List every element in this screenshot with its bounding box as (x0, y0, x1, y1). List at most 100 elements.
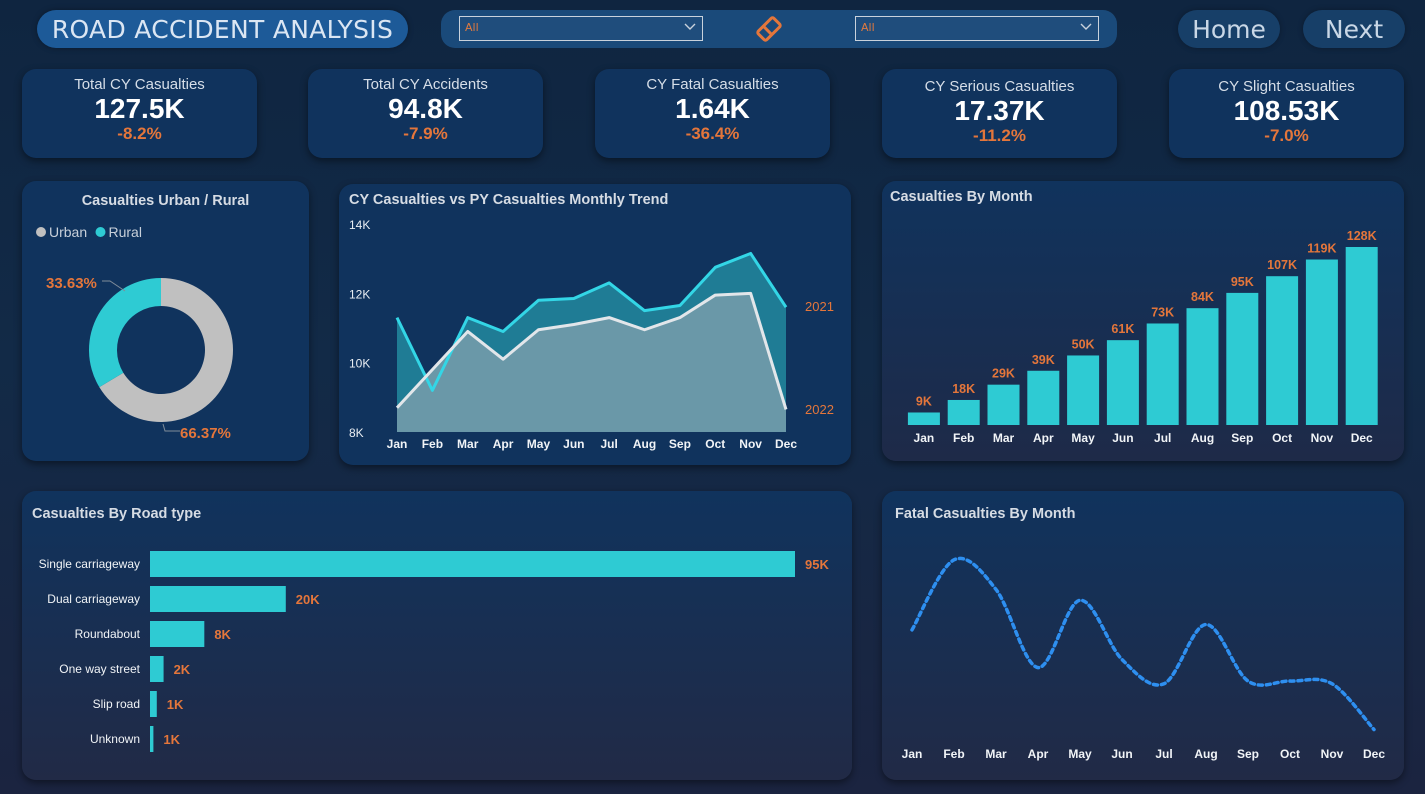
road-type-bar (150, 691, 157, 717)
series-label-2021: 2021 (805, 299, 834, 314)
bar-data-label: 18K (952, 382, 975, 396)
x-tick-label: Dec (1363, 747, 1385, 761)
month-bar (1305, 259, 1338, 425)
bar-data-label: 39K (1032, 353, 1055, 367)
donut-label-urban: 66.37% (180, 425, 231, 442)
kpi-card-serious-casualties: CY Serious Casualties 17.37K -11.2% (882, 69, 1117, 158)
road-type-bar-chart: Single carriageway 95K Dual carriageway 20K… (39, 551, 829, 752)
month-bar (1027, 370, 1060, 425)
monthly-trend-card: CY Casualties vs PY Casualties Monthly T… (339, 184, 851, 465)
month-bar (1226, 292, 1259, 425)
donut-label-rural: 33.63% (46, 275, 97, 292)
x-tick-label: Jun (1112, 431, 1133, 445)
fatal-line (910, 556, 1376, 732)
bar-data-label: 1K (163, 732, 180, 747)
month-bar (947, 399, 980, 425)
urban-rural-card: Casualties Urban / Rural Urban Rural 66.37… (22, 181, 309, 461)
bar-data-label: 84K (1191, 290, 1214, 304)
bar-data-label: 8K (214, 627, 231, 642)
month-bar-chart: 9K Jan 18K Feb 29K Mar 39K Apr 50K May 61K Jun 73K Ju… (907, 229, 1378, 445)
month-bar (1345, 247, 1378, 425)
bar-data-label: 9K (916, 394, 932, 408)
x-tick-label: Sep (1231, 431, 1253, 445)
bar-data-label: 73K (1151, 305, 1174, 319)
bar-data-label: 61K (1111, 322, 1134, 336)
x-tick-label: Aug (1191, 431, 1214, 445)
fatal-line-chart: Jan Feb Mar Apr May Jun Jul Aug Sep Oct Nov Dec (902, 556, 1385, 761)
fatal-month-card: Fatal Casualties By Month Jan Feb Mar Apr Ma… (882, 491, 1404, 780)
x-tick-label: Feb (422, 437, 443, 451)
y-tick-label: 12K (349, 287, 370, 301)
y-tick-label: 10K (349, 357, 370, 371)
x-tick-label: Oct (705, 437, 725, 451)
bar-data-label: 95K (1231, 275, 1254, 289)
category-label: Slip road (93, 697, 140, 711)
kpi-change: -7.9% (403, 124, 448, 143)
dashboard-title: ROAD ACCIDENT ANALYSIS (37, 10, 408, 48)
kpi-card-total-accidents: Total CY Accidents 94.8K -7.9% (308, 69, 543, 158)
kpi-label: CY Slight Casualties (1218, 78, 1355, 95)
month-bar (987, 384, 1020, 425)
kpi-label: Total CY Accidents (363, 76, 488, 93)
x-tick-label: Oct (1272, 431, 1292, 445)
bar-data-label: 107K (1267, 258, 1297, 272)
kpi-value: 127.5K (94, 93, 185, 124)
kpi-value: 1.64K (675, 93, 750, 124)
x-tick-label: Jun (563, 437, 584, 451)
x-tick-label: Nov (1311, 431, 1334, 445)
x-tick-label: Apr (1028, 747, 1049, 761)
bar-data-label: 50K (1072, 337, 1095, 351)
x-tick-label: May (1071, 431, 1095, 445)
donut-slice-rural (89, 278, 161, 388)
road-type-bar (150, 726, 154, 752)
x-tick-label: Jan (902, 747, 923, 761)
kpi-card-total-casualties: Total CY Casualties 127.5K -8.2% (22, 69, 257, 158)
trend-area-chart: 14K 12K 10K 8K Jan Feb Mar Apr May Jun Jul Aug Sep Oc… (349, 218, 834, 451)
road-type-bar (150, 656, 164, 682)
legend-marker (36, 227, 46, 237)
bar-data-label: 2K (174, 662, 191, 677)
x-tick-label: Sep (1237, 747, 1259, 761)
kpi-change: -36.4% (685, 124, 740, 143)
kpi-card-fatal-casualties: CY Fatal Casualties 1.64K -36.4% (595, 69, 830, 158)
legend-marker (95, 227, 106, 237)
leader-line (102, 280, 126, 292)
donut-chart: Urban Rural 66.37% 33.63% (36, 224, 234, 442)
x-tick-label: Jul (1154, 431, 1171, 445)
road-type-bar (150, 586, 286, 612)
month-bar (1266, 276, 1299, 425)
category-label: Single carriageway (39, 557, 140, 571)
category-label: Roundabout (75, 627, 141, 641)
category-label: Unknown (90, 732, 140, 746)
eraser-icon[interactable] (755, 16, 783, 42)
kpi-label: CY Fatal Casualties (646, 76, 779, 93)
x-tick-label: Nov (1321, 747, 1344, 761)
filter-bar: All All (441, 10, 1117, 48)
filter-1-select[interactable]: All (459, 16, 703, 41)
x-tick-label: Mar (457, 437, 479, 451)
month-bar (907, 412, 940, 425)
road-type-card: Casualties By Road type Single carriagew… (22, 491, 852, 780)
x-tick-label: Aug (633, 437, 656, 451)
kpi-label: CY Serious Casualties (924, 78, 1075, 95)
y-tick-label: 14K (349, 218, 370, 232)
bar-data-label: 128K (1347, 229, 1377, 243)
kpi-label: Total CY Casualties (74, 76, 205, 93)
home-button[interactable]: Home (1178, 10, 1280, 48)
next-button[interactable]: Next (1303, 10, 1405, 48)
x-tick-label: Apr (493, 437, 514, 451)
x-tick-label: Jun (1111, 747, 1132, 761)
x-tick-label: Aug (1194, 747, 1217, 761)
kpi-change: -8.2% (117, 124, 162, 143)
filter-2-value: All (861, 21, 875, 34)
filter-2-select[interactable]: All (855, 16, 1099, 41)
month-bar-card: Casualties By Month 9K Jan 18K Feb 29K Mar 39K… (882, 181, 1404, 461)
chevron-down-icon (1080, 23, 1092, 30)
x-tick-label: Dec (775, 437, 797, 451)
road-type-bar (150, 551, 795, 577)
x-tick-label: Nov (739, 437, 762, 451)
month-bar (1106, 340, 1139, 425)
legend-label: Urban (49, 224, 87, 240)
kpi-value: 94.8K (388, 93, 463, 124)
leader-line (162, 423, 180, 432)
